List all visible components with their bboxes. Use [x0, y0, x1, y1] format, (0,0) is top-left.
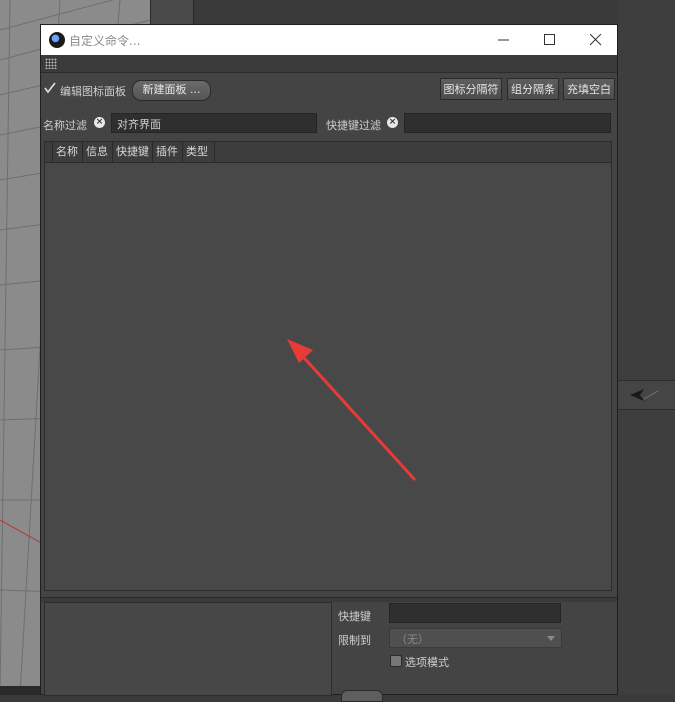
option-mode-label[interactable]: 选项模式 [405, 654, 449, 670]
restrict-to-value: （无） [396, 633, 429, 646]
command-list[interactable]: 名称 信息 快捷键 插件 类型 [44, 141, 612, 591]
clear-shortcut-filter-icon[interactable]: × [387, 117, 398, 128]
group-separator-button[interactable]: 组分隔条 [507, 78, 559, 100]
minimize-button[interactable] [481, 25, 527, 55]
restrict-to-select[interactable]: （无） [389, 628, 562, 648]
arrow-left-icon[interactable] [630, 387, 660, 403]
restrict-to-label: 限制到 [338, 634, 371, 647]
close-button[interactable] [573, 25, 619, 55]
shortcut-filter-label: 快捷键过滤 [326, 119, 381, 132]
dialog-toolbar: 编辑图标面板 新建面板 ... 图标分隔符 组分隔条 充填空白 [41, 75, 617, 103]
edit-panel-checkbox[interactable] [44, 82, 56, 94]
window-title: 自定义命令... [69, 34, 141, 48]
right-panel-background [618, 0, 675, 695]
new-panel-button[interactable]: 新建面板 ... [132, 80, 211, 101]
viewport-toolbar-strip [150, 0, 194, 25]
filter-row: 名称过滤 × 对齐界面 快捷键过滤 × [41, 111, 617, 135]
annotation-arrow [287, 339, 417, 482]
customize-commands-dialog: 自定义命令... 编辑图标面板 新建面板 ... 图标分隔符 组分隔条 充填空白… [40, 24, 618, 702]
app-logo-icon [49, 32, 65, 48]
fill-blank-button[interactable]: 充填空白 [563, 78, 615, 100]
chevron-down-icon [547, 636, 555, 641]
description-panel [44, 602, 332, 696]
maximize-button[interactable] [527, 25, 573, 55]
close-icon [590, 34, 602, 46]
minimize-icon [498, 39, 509, 41]
name-filter-input[interactable]: 对齐界面 [111, 113, 317, 133]
maximize-icon [544, 34, 555, 45]
right-panel-row[interactable] [618, 380, 675, 410]
grip-icon[interactable] [45, 58, 57, 69]
name-filter-label: 名称过滤 [43, 119, 87, 132]
edit-panel-label[interactable]: 编辑图标面板 [60, 83, 126, 99]
shortcut-label: 快捷键 [338, 610, 371, 623]
assign-button[interactable] [341, 690, 383, 702]
shortcut-input[interactable] [389, 603, 561, 623]
clear-name-filter-icon[interactable]: × [94, 117, 105, 128]
status-strip [0, 686, 40, 695]
title-bar[interactable]: 自定义命令... [41, 25, 617, 55]
icon-separator-button[interactable]: 图标分隔符 [440, 78, 502, 100]
dialog-grip-bar [41, 55, 617, 73]
shortcut-filter-input[interactable] [404, 113, 611, 133]
option-mode-checkbox[interactable] [390, 655, 402, 667]
